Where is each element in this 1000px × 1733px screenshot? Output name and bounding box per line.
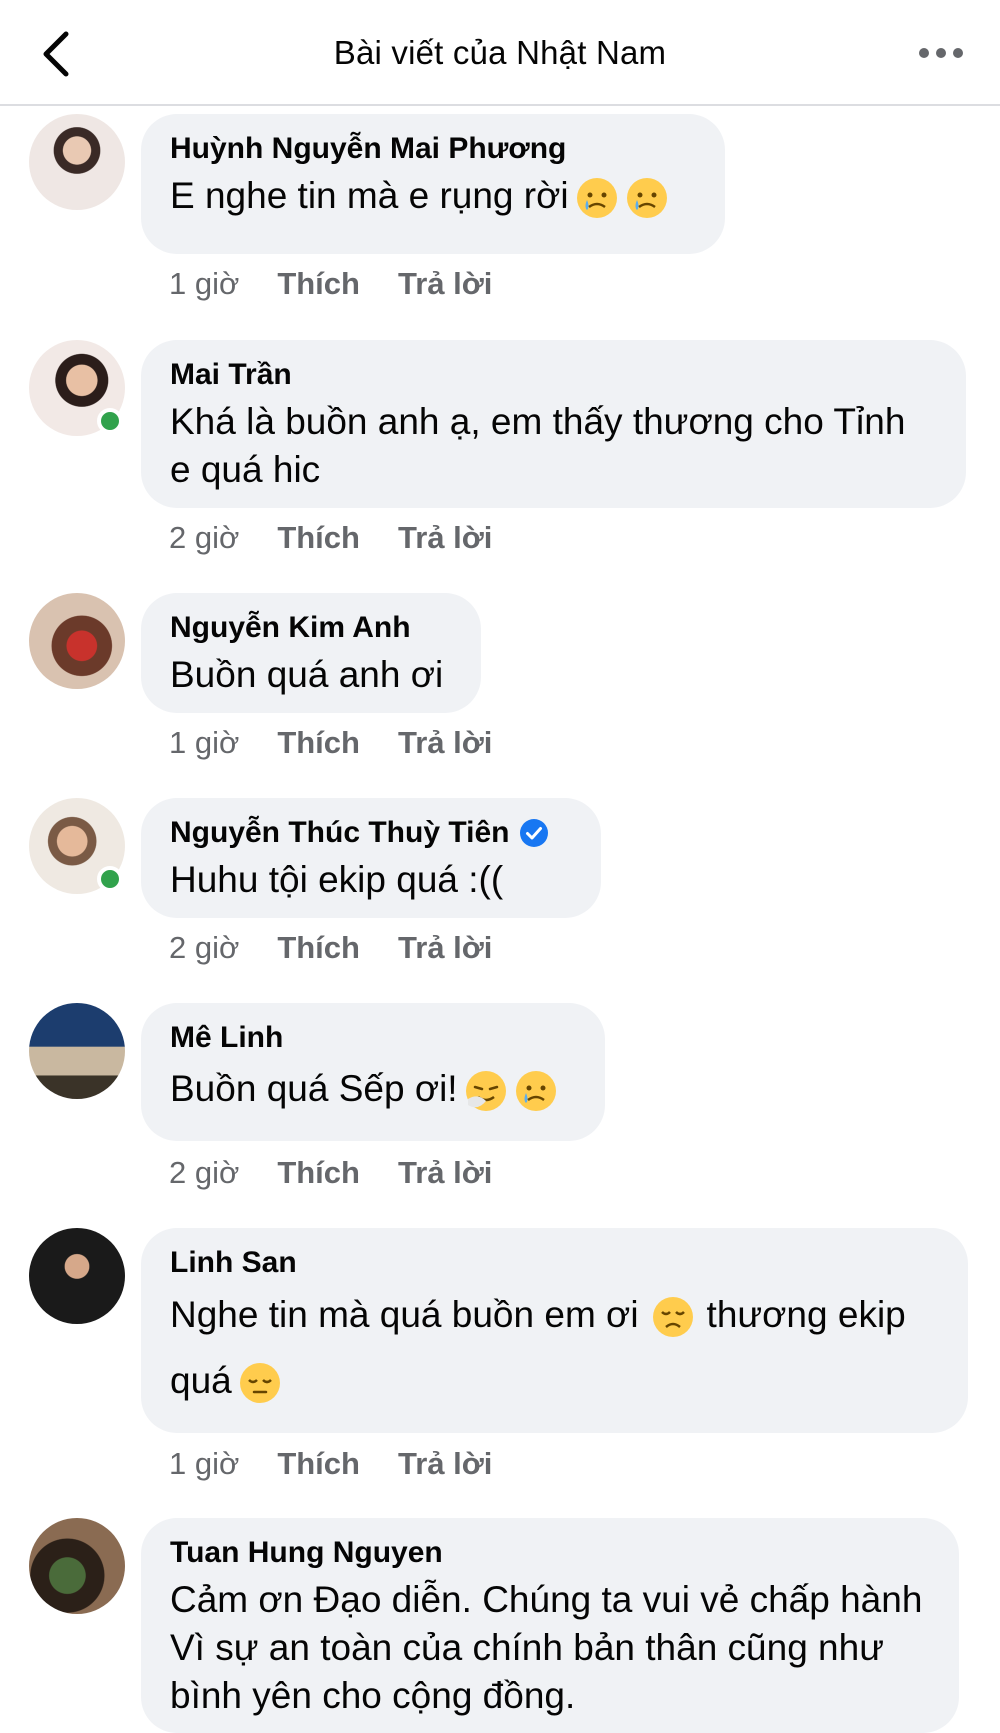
reply-button[interactable]: Trả lời (398, 520, 492, 556)
reply-button[interactable]: Trả lời (398, 266, 492, 302)
top-bar: Bài viết của Nhật Nam (0, 0, 1000, 106)
comment-author[interactable]: Nguyễn Kim Anh (170, 611, 451, 645)
like-button[interactable]: Thích (277, 930, 360, 966)
comment-bubble[interactable]: Linh San Nghe tin mà quá buồn em ơi thươn… (141, 1228, 968, 1433)
pensive-face-icon (239, 1363, 280, 1404)
comment-meta: 2 giờ Thích Trả lời (169, 520, 530, 556)
comment-author[interactable]: Mê Linh (170, 1021, 575, 1055)
comment-author[interactable]: Huỳnh Nguyễn Mai Phương (170, 132, 695, 166)
comment-author[interactable]: Nguyễn Thúc Thuỳ Tiên (170, 816, 571, 850)
like-button[interactable]: Thích (277, 725, 360, 761)
avatar[interactable] (29, 798, 125, 894)
page-title: Bài viết của Nhật Nam (333, 34, 667, 71)
comment-time: 2 giờ (169, 520, 240, 555)
comment-author[interactable]: Linh San (170, 1246, 938, 1280)
comment-text-content: Buồn quá Sếp ơi! (170, 1068, 458, 1109)
comment-text: Khá là buồn anh ạ, em thấy thương cho Tỉ… (170, 401, 906, 490)
avatar[interactable] (29, 593, 125, 689)
more-options-button[interactable] (916, 38, 966, 68)
comment-meta: 2 giờ Thích Trả lời (169, 1155, 530, 1191)
comment-time: 1 giờ (169, 1446, 240, 1481)
comment-text-content: Nghe tin mà quá buồn em ơi (170, 1294, 639, 1335)
comment-bubble[interactable]: Huỳnh Nguyễn Mai Phương E nghe tin mà e … (141, 114, 725, 254)
crying-face-icon (626, 178, 667, 219)
avatar[interactable] (29, 1003, 125, 1099)
comment-text: Cảm ơn Đạo diễn. Chúng ta vui vẻ chấp hà… (170, 1579, 923, 1716)
comment-time: 2 giờ (169, 1155, 240, 1190)
comment-text: Huhu tội ekip quá :(( (170, 859, 504, 900)
comment-bubble[interactable]: Tuan Hung Nguyen Cảm ơn Đạo diễn. Chúng … (141, 1518, 959, 1733)
online-status-indicator (97, 408, 123, 434)
comment-bubble[interactable]: Mê Linh Buồn quá Sếp ơi! (141, 1003, 605, 1141)
comment-meta: 1 giờ Thích Trả lời (169, 266, 530, 302)
like-button[interactable]: Thích (277, 1155, 360, 1191)
avatar[interactable] (29, 340, 125, 436)
like-button[interactable]: Thích (277, 1446, 360, 1482)
comment-text-content: E nghe tin mà e rụng rời (170, 175, 569, 216)
disappointed-face-icon (652, 1297, 693, 1338)
comment-author[interactable]: Mai Trần (170, 358, 936, 392)
comment-meta: 1 giờ Thích Trả lời (169, 725, 530, 761)
comment-text: Buồn quá anh ơi (170, 654, 444, 695)
online-status-indicator (97, 866, 123, 892)
comment-text: E nghe tin mà e rụng rời (170, 172, 695, 220)
comment-meta: 2 giờ Thích Trả lời (169, 930, 530, 966)
comment-text: Nghe tin mà quá buồn em ơi thương ekip qu… (170, 1282, 938, 1414)
comment-text: Buồn quá Sếp ơi! (170, 1065, 575, 1113)
reply-button[interactable]: Trả lời (398, 1446, 492, 1482)
comment-bubble[interactable]: Mai Trần Khá là buồn anh ạ, em thấy thươ… (141, 340, 966, 508)
comment-author[interactable]: Tuan Hung Nguyen (170, 1536, 929, 1570)
avatar[interactable] (29, 114, 125, 210)
crying-face-icon (576, 178, 617, 219)
crying-face-icon (515, 1071, 556, 1112)
avatar[interactable] (29, 1228, 125, 1324)
comment-meta: 1 giờ Thích Trả lời (169, 1446, 530, 1482)
more-horizontal-icon (919, 48, 963, 58)
verified-badge-icon (520, 819, 549, 847)
comment-time: 1 giờ (169, 266, 240, 301)
reply-button[interactable]: Trả lời (398, 1155, 492, 1191)
comment-time: 1 giờ (169, 725, 240, 760)
comment-bubble[interactable]: Nguyễn Kim Anh Buồn quá anh ơi (141, 593, 481, 713)
reply-button[interactable]: Trả lời (398, 725, 492, 761)
like-button[interactable]: Thích (277, 520, 360, 556)
reply-button[interactable]: Trả lời (398, 930, 492, 966)
avatar[interactable] (29, 1518, 125, 1614)
like-button[interactable]: Thích (277, 266, 360, 302)
sneezing-face-icon (465, 1071, 506, 1112)
comment-bubble[interactable]: Nguyễn Thúc Thuỳ Tiên Huhu tội ekip quá … (141, 798, 601, 918)
comment-author-name: Nguyễn Thúc Thuỳ Tiên (170, 816, 510, 849)
comment-time: 2 giờ (169, 930, 240, 965)
